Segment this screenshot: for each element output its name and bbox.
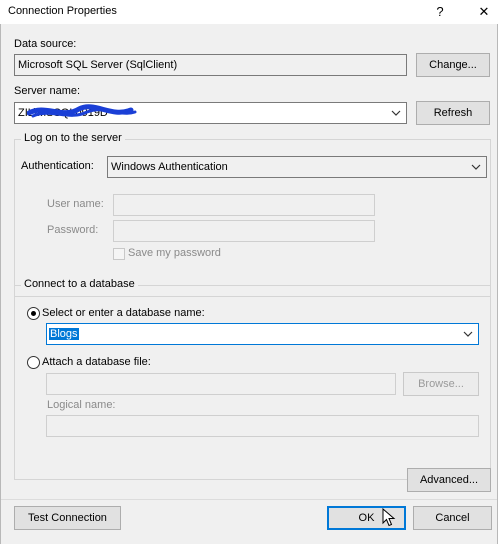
server-name-label: Server name: [14,85,81,97]
username-field[interactable] [113,194,375,216]
logical-name-label: Logical name: [47,399,116,411]
footer-divider [1,499,497,500]
server-name-combo[interactable]: ZIL\MSSQL0919D [14,102,407,124]
mouse-cursor-icon [382,508,396,527]
dialog-body: Data source: Microsoft SQL Server (SqlCl… [0,24,498,544]
close-icon[interactable]: ✕ [474,3,494,21]
logical-name-field[interactable] [46,415,479,437]
select-database-label: Select or enter a database name: [42,307,205,319]
password-field[interactable] [113,220,375,242]
test-connection-button[interactable]: Test Connection [14,506,121,530]
redaction-scribble [27,104,137,118]
attach-file-label: Attach a database file: [42,356,151,368]
database-name-combo[interactable]: Blogs [46,323,479,345]
database-group: Connect to a database Select or enter a … [14,278,491,480]
data-source-field: Microsoft SQL Server (SqlClient) [14,54,407,76]
database-group-title: Connect to a database [21,278,138,290]
browse-button[interactable]: Browse... [403,372,479,396]
cancel-button[interactable]: Cancel [413,506,492,530]
data-source-label: Data source: [14,38,77,50]
authentication-label: Authentication: [21,160,94,172]
attach-file-field[interactable] [46,373,396,395]
chevron-down-icon[interactable] [470,161,482,173]
chevron-down-icon[interactable] [462,328,474,340]
authentication-value: Windows Authentication [111,161,228,173]
change-button[interactable]: Change... [416,53,490,77]
password-label: Password: [47,224,99,236]
logon-group-title: Log on to the server [21,132,125,144]
window-title: Connection Properties [8,5,117,17]
connection-properties-dialog: Connection Properties ? ✕ Data source: M… [0,0,500,544]
title-bar: Connection Properties ? ✕ [0,0,500,24]
attach-file-radio[interactable] [27,356,40,369]
chevron-down-icon[interactable] [390,107,402,119]
advanced-button[interactable]: Advanced... [407,468,491,492]
select-database-radio[interactable] [27,307,40,320]
database-name-value: Blogs [49,328,79,340]
authentication-select[interactable]: Windows Authentication [107,156,487,178]
help-button[interactable]: ? [430,3,450,21]
username-label: User name: [47,198,104,210]
save-password-label: Save my password [128,247,221,259]
save-password-checkbox[interactable] [113,248,125,260]
logon-group: Log on to the server Authentication: Win… [14,132,491,297]
refresh-button[interactable]: Refresh [416,101,490,125]
